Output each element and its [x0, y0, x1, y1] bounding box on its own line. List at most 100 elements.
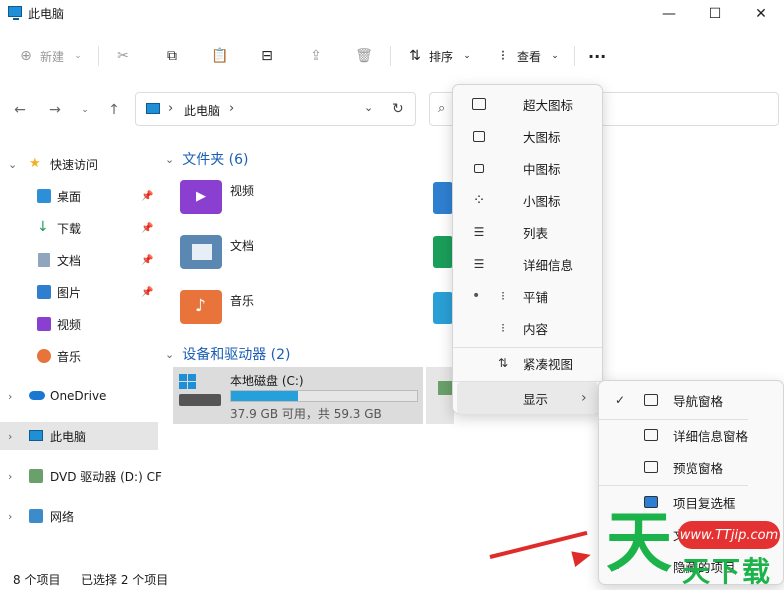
folder-music[interactable]: ♪ 音乐: [172, 288, 272, 328]
menu-item-tiles[interactable]: • ⁝ 平铺: [457, 280, 598, 312]
menu-item-compact-view[interactable]: ⇅ 紧凑视图: [457, 347, 598, 379]
sidebar-item-videos[interactable]: 视频: [0, 310, 158, 338]
view-grid-icon: ⁝: [500, 48, 506, 64]
pictures-folder-icon[interactable]: [433, 182, 453, 214]
sort-label: 排序: [429, 49, 454, 64]
group-title: 文件夹 (6): [182, 152, 249, 168]
menu-item-label: 内容: [523, 321, 549, 337]
minimize-button[interactable]: —: [646, 0, 692, 28]
new-label: 新建: [40, 49, 65, 64]
menu-item-label: 小图标: [523, 193, 561, 209]
menu-item-large-icons[interactable]: 大图标: [457, 120, 598, 152]
drive-c[interactable]: 本地磁盘 (C:) 37.9 GB 可用，共 59.3 GB: [173, 367, 423, 424]
chevron-right-icon: ›: [8, 429, 13, 443]
pin-icon[interactable]: 📌: [141, 191, 153, 202]
tiles-icon: ⁝: [501, 289, 505, 303]
rename-icon: ⊟: [261, 48, 273, 64]
chevron-right-icon: ›: [8, 469, 13, 483]
view-button[interactable]: ⁝ 查看 ⌄: [495, 44, 563, 68]
sidebar-item-quick-access[interactable]: ⌄ ★ 快速访问: [0, 150, 158, 178]
desktop-icon: [37, 189, 51, 203]
pin-icon[interactable]: 📌: [141, 255, 153, 266]
folders-group-header[interactable]: ⌄ 文件夹 (6): [165, 149, 249, 169]
refresh-icon[interactable]: ↻: [392, 101, 404, 117]
maximize-button[interactable]: ☐: [692, 0, 738, 28]
navigation-pane: ⌄ ★ 快速访问 桌面 📌 ↓ 下载 📌 文档 📌 图片 📌 视频 音乐 › O…: [0, 145, 162, 565]
downloads-folder-icon[interactable]: [433, 236, 453, 268]
cut-button[interactable]: ✂: [115, 44, 131, 68]
drive-d[interactable]: [426, 367, 454, 424]
more-button[interactable]: ···: [588, 44, 606, 68]
document-icon: [38, 253, 50, 267]
address-row: ← → ⌄ ↑ › 此电脑 › ⌄ ↻ ⌕: [0, 92, 784, 128]
sidebar-item-label: OneDrive: [50, 389, 107, 403]
details-icon: ☰: [473, 257, 485, 271]
folder-documents[interactable]: 文档: [172, 233, 272, 273]
up-arrow-icon[interactable]: ↑: [104, 100, 124, 120]
menu-item-show[interactable]: 显示 ›: [457, 382, 598, 414]
sidebar-item-pictures[interactable]: 图片 📌: [0, 278, 158, 306]
chevron-down-icon[interactable]: ⌄: [364, 101, 373, 114]
trash-icon: 🗑: [355, 48, 373, 64]
menu-item-list[interactable]: ☰ 列表: [457, 216, 598, 248]
close-button[interactable]: ✕: [738, 0, 784, 28]
chevron-down-icon: ⌄: [8, 157, 18, 171]
devices-group-header[interactable]: ⌄ 设备和驱动器 (2): [165, 344, 291, 364]
music-note-icon: ♪: [195, 296, 206, 316]
menu-item-medium-icons[interactable]: 中图标: [457, 152, 598, 184]
sort-button[interactable]: ⇅ 排序 ⌄: [407, 44, 475, 68]
new-button[interactable]: ⊕ 新建 ⌄: [18, 44, 86, 68]
menu-item-small-icons[interactable]: ⁘ 小图标: [457, 184, 598, 216]
menu-item-label: 项目复选框: [673, 495, 736, 511]
sidebar-item-this-pc[interactable]: › 此电脑: [0, 422, 158, 450]
video-folder-icon: ▶: [180, 180, 222, 214]
menu-item-details[interactable]: ☰ 详细信息: [457, 248, 598, 280]
sidebar-item-label: 音乐: [57, 349, 82, 364]
sidebar-item-label: 桌面: [57, 189, 82, 204]
menu-item-details-pane[interactable]: 详细信息窗格: [603, 419, 781, 451]
chevron-right-icon: ›: [8, 509, 13, 523]
search-icon: ⌕: [438, 101, 446, 116]
menu-item-label: 导航窗格: [673, 393, 724, 409]
sidebar-item-label: DVD 驱动器 (D:) CF: [50, 469, 162, 484]
sidebar-item-downloads[interactable]: ↓ 下载 📌: [0, 214, 158, 242]
delete-button[interactable]: 🗑: [355, 44, 373, 68]
sidebar-item-desktop[interactable]: 桌面 📌: [0, 182, 158, 210]
menu-item-preview-pane[interactable]: 预览窗格: [603, 451, 781, 483]
chevron-down-icon: ⌄: [463, 51, 471, 61]
view-menu: 超大图标 大图标 中图标 ⁘ 小图标 ☰ 列表 ☰ 详细信息 • ⁝ 平铺 ⁝ …: [452, 84, 603, 414]
pin-icon[interactable]: 📌: [141, 287, 153, 298]
folder-label: 文档: [230, 239, 255, 253]
watermark-text: 天下载: [682, 555, 773, 588]
desktop-folder-icon[interactable]: [433, 292, 453, 324]
picture-icon: [37, 285, 51, 299]
toolbar-separator: [98, 46, 99, 66]
address-bar[interactable]: › 此电脑 › ⌄ ↻: [135, 92, 416, 126]
sidebar-item-onedrive[interactable]: › OneDrive: [0, 382, 158, 410]
recent-chevron-icon[interactable]: ⌄: [75, 100, 95, 120]
share-button[interactable]: ⇪: [308, 44, 324, 68]
forward-arrow-icon[interactable]: →: [45, 100, 65, 120]
menu-item-content[interactable]: ⁝ 内容: [457, 312, 598, 344]
music-icon: [37, 349, 51, 363]
star-icon: ★: [29, 156, 41, 171]
back-arrow-icon[interactable]: ←: [10, 100, 30, 120]
paste-button[interactable]: 📋: [211, 44, 228, 68]
chevron-right-icon: ›: [581, 390, 587, 406]
sidebar-item-network[interactable]: › 网络: [0, 502, 158, 530]
hard-drive-icon: [179, 394, 221, 406]
menu-item-label: 平铺: [523, 289, 549, 305]
menu-item-extra-large-icons[interactable]: 超大图标: [457, 88, 598, 120]
list-icon: ☰: [473, 225, 485, 239]
menu-item-navigation-pane[interactable]: ✓ 导航窗格: [603, 384, 781, 416]
copy-button[interactable]: ⧉: [164, 44, 180, 68]
sidebar-item-documents[interactable]: 文档 📌: [0, 246, 158, 274]
sidebar-item-music[interactable]: 音乐: [0, 342, 158, 370]
rename-button[interactable]: ⊟: [259, 44, 275, 68]
menu-item-label: 列表: [523, 225, 549, 241]
copy-icon: ⧉: [167, 48, 177, 64]
folder-videos[interactable]: ▶ 视频: [172, 178, 272, 218]
pin-icon[interactable]: 📌: [141, 223, 153, 234]
item-count: 8 个项目: [13, 573, 61, 587]
sidebar-item-dvd[interactable]: › DVD 驱动器 (D:) CF: [0, 462, 162, 490]
